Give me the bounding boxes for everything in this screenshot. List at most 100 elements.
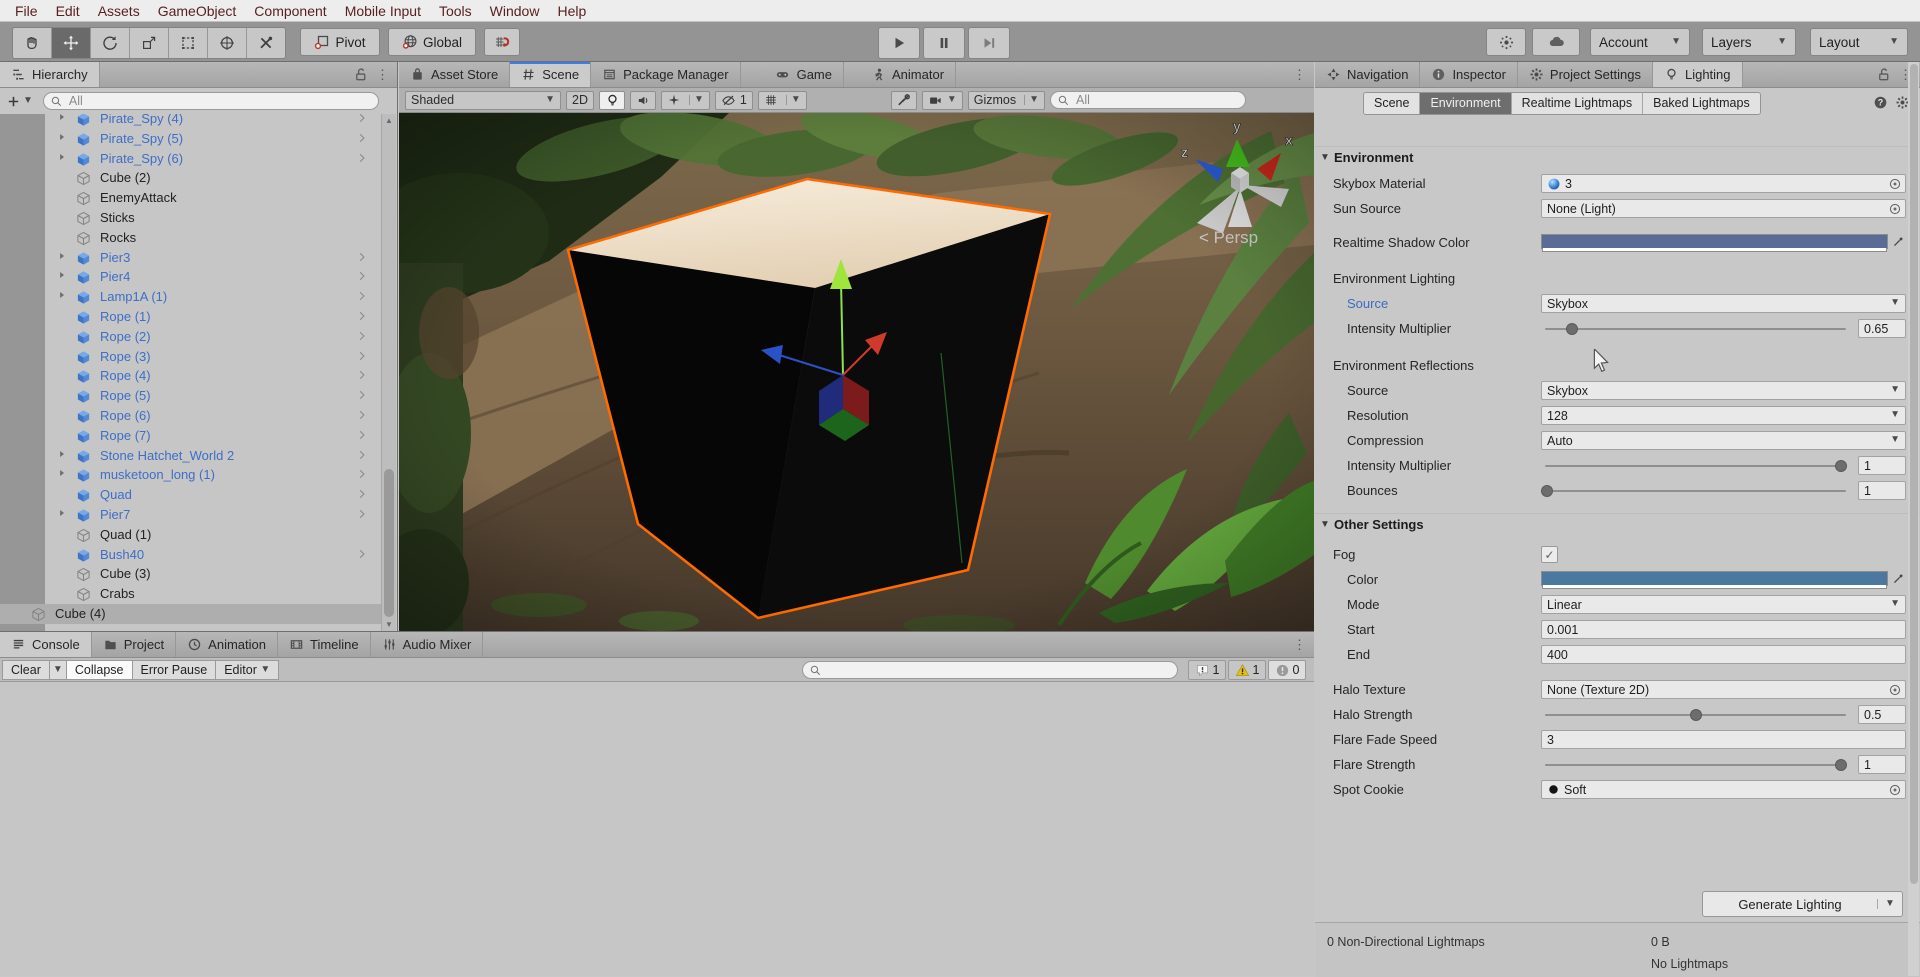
hierarchy-item-pier4[interactable]: Pier4 <box>45 267 382 287</box>
tab-animator[interactable]: Animator <box>860 62 956 87</box>
2d-toggle[interactable]: 2D <box>566 91 594 110</box>
tab-asset-store[interactable]: Asset Store <box>399 62 510 87</box>
hierarchy-item-musketoon-long-1[interactable]: musketoon_long (1) <box>45 465 382 485</box>
object-picker-icon[interactable] <box>1888 177 1902 191</box>
expand-arrow-icon[interactable] <box>57 508 67 518</box>
hierarchy-item-enemyattack[interactable]: EnemyAttack <box>45 188 382 208</box>
create-object-button[interactable]: ▼ <box>6 94 33 109</box>
scene-search-field[interactable] <box>1050 91 1246 109</box>
slider-thumb[interactable] <box>1541 485 1553 497</box>
expand-arrow-icon[interactable] <box>57 270 67 280</box>
hierarchy-item-lamp1a-1[interactable]: Lamp1A (1) <box>45 287 382 307</box>
skybox-material-object-field[interactable]: 3 <box>1541 174 1906 193</box>
prefab-chevron-icon[interactable] <box>356 290 368 302</box>
flare-fade-speed-input[interactable]: 3 <box>1541 730 1906 749</box>
hierarchy-item-rocks[interactable]: Rocks <box>45 228 382 248</box>
gizmos-dropdown[interactable]: Gizmos▼ <box>968 91 1045 110</box>
tab-audio-mixer[interactable]: Audio Mixer <box>371 632 484 657</box>
step-button[interactable] <box>968 27 1010 59</box>
hierarchy-item-quad[interactable]: Quad <box>45 485 382 505</box>
hierarchy-item-pier3[interactable]: Pier3 <box>45 248 382 268</box>
subtab-scene[interactable]: Scene <box>1364 93 1420 114</box>
move-tool[interactable] <box>52 28 91 58</box>
flare-strength-value-box[interactable]: 1 <box>1858 755 1906 774</box>
prefab-chevron-icon[interactable] <box>356 270 368 282</box>
hierarchy-item-rope-3[interactable]: Rope (3) <box>45 347 382 367</box>
hierarchy-item-sticks[interactable]: Sticks <box>45 208 382 228</box>
expand-arrow-icon[interactable] <box>57 290 67 300</box>
menu-mobile-input[interactable]: Mobile Input <box>336 3 430 19</box>
hierarchy-item-rope-4[interactable]: Rope (4) <box>45 366 382 386</box>
hierarchy-search-field[interactable] <box>43 92 379 110</box>
hand-tool[interactable] <box>13 28 52 58</box>
slider-thumb[interactable] <box>1566 323 1578 335</box>
hierarchy-item-rope-5[interactable]: Rope (5) <box>45 386 382 406</box>
hierarchy-search-input[interactable] <box>67 93 372 109</box>
prefab-chevron-icon[interactable] <box>356 114 368 124</box>
help-icon[interactable]: ? <box>1873 95 1888 110</box>
tab-animation[interactable]: Animation <box>176 632 278 657</box>
hierarchy-item-rope-1[interactable]: Rope (1) <box>45 307 382 327</box>
scene-search-input[interactable] <box>1074 92 1239 108</box>
intensity-multiplier-slider[interactable] <box>1541 456 1850 475</box>
bounces-value-box[interactable]: 1 <box>1858 481 1906 500</box>
shading-mode-dropdown[interactable]: Shaded ▼ <box>405 91 561 110</box>
editor-dropdown[interactable]: Editor ▼ <box>215 660 279 680</box>
slider-thumb[interactable] <box>1835 759 1847 771</box>
account-dropdown[interactable]: Account ▼ <box>1590 28 1690 56</box>
bounces-slider[interactable] <box>1541 481 1850 500</box>
hierarchy-item-cube-2[interactable]: Cube (2) <box>45 168 382 188</box>
kebab-menu-icon[interactable]: ⋮ <box>1293 67 1306 83</box>
tab-console[interactable]: Console <box>0 632 92 657</box>
source-dropdown[interactable]: Skybox▼ <box>1541 294 1906 313</box>
scrollbar-thumb[interactable] <box>1910 64 1918 884</box>
menu-tools[interactable]: Tools <box>430 3 481 19</box>
hierarchy-item-stone-hatchet-world-2[interactable]: Stone Hatchet_World 2 <box>45 446 382 466</box>
info-messages-toggle[interactable]: 1 <box>1188 660 1226 680</box>
pivot-toggle[interactable]: Pivot <box>300 28 380 56</box>
prefab-chevron-icon[interactable] <box>356 488 368 500</box>
scene-lighting-toggle[interactable] <box>599 91 625 110</box>
menu-file[interactable]: File <box>6 3 47 19</box>
prefab-chevron-icon[interactable] <box>356 132 368 144</box>
layout-dropdown[interactable]: Layout ▼ <box>1810 28 1908 56</box>
transform-tool[interactable] <box>208 28 247 58</box>
lock-icon[interactable] <box>353 67 368 82</box>
kebab-menu-icon[interactable]: ⋮ <box>1293 637 1306 653</box>
scene-tools-button[interactable] <box>891 91 917 110</box>
customtools-tool[interactable] <box>247 28 285 58</box>
color-swatch[interactable] <box>1541 234 1888 249</box>
prefab-chevron-icon[interactable] <box>356 389 368 401</box>
tab-game[interactable]: Game <box>763 62 844 87</box>
kebab-menu-icon[interactable]: ⋮ <box>376 67 389 83</box>
tab-hierarchy[interactable]: Hierarchy <box>0 62 100 87</box>
intensity-multiplier-slider[interactable] <box>1541 319 1850 338</box>
halo-texture-object-field[interactable]: None (Texture 2D) <box>1541 680 1906 699</box>
layers-dropdown[interactable]: Layers ▼ <box>1702 28 1796 56</box>
slider-thumb[interactable] <box>1835 460 1847 472</box>
source-dropdown[interactable]: Skybox▼ <box>1541 381 1906 400</box>
prefab-chevron-icon[interactable] <box>356 468 368 480</box>
object-picker-icon[interactable] <box>1888 683 1902 697</box>
section-other-settings[interactable]: ▼ Other Settings <box>1315 513 1920 539</box>
tab-inspector[interactable]: Inspector <box>1420 62 1517 87</box>
slider-thumb[interactable] <box>1690 709 1702 721</box>
auto-generate-lighting-button[interactable] <box>1486 28 1526 56</box>
prefab-chevron-icon[interactable] <box>356 350 368 362</box>
hierarchy-item-pier7[interactable]: Pier7 <box>45 505 382 525</box>
tab-scene[interactable]: Scene <box>510 62 591 87</box>
hierarchy-item-pirate-spy-6[interactable]: Pirate_Spy (6) <box>45 149 382 169</box>
hierarchy-item-rope-2[interactable]: Rope (2) <box>45 327 382 347</box>
menu-component[interactable]: Component <box>245 3 335 19</box>
compression-dropdown[interactable]: Auto▼ <box>1541 431 1906 450</box>
hierarchy-item-rope-7[interactable]: Rope (7) <box>45 426 382 446</box>
scene-viewport[interactable]: y x z < Persp <box>399 113 1314 631</box>
scene-visibility-toggle[interactable]: 1 <box>715 91 753 110</box>
prefab-chevron-icon[interactable] <box>356 152 368 164</box>
collapse-toggle[interactable]: Collapse <box>66 660 133 680</box>
prefab-chevron-icon[interactable] <box>356 409 368 421</box>
rotate-tool[interactable] <box>91 28 130 58</box>
effects-dropdown[interactable]: ▼ <box>661 91 710 110</box>
menu-gameobject[interactable]: GameObject <box>149 3 246 19</box>
rect-tool[interactable] <box>169 28 208 58</box>
